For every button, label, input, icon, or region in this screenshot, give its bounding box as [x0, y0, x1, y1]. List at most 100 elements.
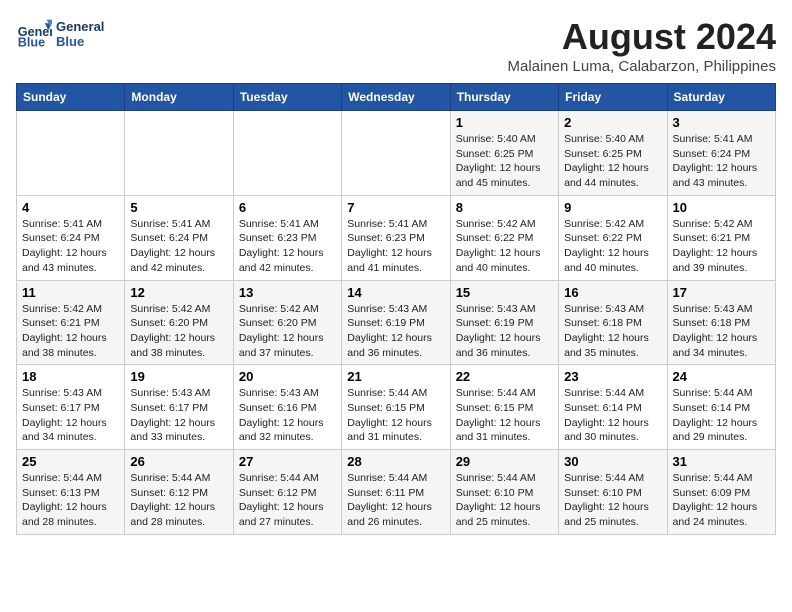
day-number: 10: [673, 200, 770, 215]
calendar-cell: 25 Sunrise: 5:44 AM Sunset: 6:13 PM Dayli…: [17, 450, 125, 535]
calendar-header-row: SundayMondayTuesdayWednesdayThursdayFrid…: [17, 84, 776, 111]
month-year-title: August 2024: [508, 16, 777, 58]
calendar-cell: 22 Sunrise: 5:44 AM Sunset: 6:15 PM Dayli…: [450, 365, 558, 450]
day-info: Sunrise: 5:44 AM Sunset: 6:12 PM Dayligh…: [130, 471, 227, 530]
calendar-cell: 3 Sunrise: 5:41 AM Sunset: 6:24 PM Daylig…: [667, 111, 775, 196]
calendar-cell: 11 Sunrise: 5:42 AM Sunset: 6:21 PM Dayli…: [17, 280, 125, 365]
day-number: 26: [130, 454, 227, 469]
calendar-cell: 1 Sunrise: 5:40 AM Sunset: 6:25 PM Daylig…: [450, 111, 558, 196]
calendar-cell: [17, 111, 125, 196]
calendar-cell: [342, 111, 450, 196]
calendar-cell: 29 Sunrise: 5:44 AM Sunset: 6:10 PM Dayli…: [450, 450, 558, 535]
day-number: 18: [22, 369, 119, 384]
calendar-cell: 15Sunrise: 5:43 AM Sunset: 6:19 PM Dayli…: [450, 280, 558, 365]
calendar-cell: 6Sunrise: 5:41 AM Sunset: 6:23 PM Daylig…: [233, 195, 341, 280]
day-info: Sunrise: 5:41 AM Sunset: 6:23 PM Dayligh…: [239, 217, 336, 276]
day-info: Sunrise: 5:44 AM Sunset: 6:15 PM Dayligh…: [347, 386, 444, 445]
day-info: Sunrise: 5:40 AM Sunset: 6:25 PM Dayligh…: [456, 132, 553, 191]
calendar-cell: 27 Sunrise: 5:44 AM Sunset: 6:12 PM Dayli…: [233, 450, 341, 535]
calendar-cell: 10 Sunrise: 5:42 AM Sunset: 6:21 PM Dayli…: [667, 195, 775, 280]
calendar-cell: 9Sunrise: 5:42 AM Sunset: 6:22 PM Daylig…: [559, 195, 667, 280]
day-info: Sunrise: 5:42 AM Sunset: 6:20 PM Dayligh…: [239, 302, 336, 361]
day-info: Sunrise: 5:44 AM Sunset: 6:14 PM Dayligh…: [673, 386, 770, 445]
day-number: 29: [456, 454, 553, 469]
day-number: 21: [347, 369, 444, 384]
calendar-cell: 19 Sunrise: 5:43 AM Sunset: 6:17 PM Dayli…: [125, 365, 233, 450]
day-info: Sunrise: 5:44 AM Sunset: 6:12 PM Dayligh…: [239, 471, 336, 530]
day-info: Sunrise: 5:44 AM Sunset: 6:10 PM Dayligh…: [564, 471, 661, 530]
calendar-cell: 31 Sunrise: 5:44 AM Sunset: 6:09 PM Dayli…: [667, 450, 775, 535]
day-info: Sunrise: 5:44 AM Sunset: 6:10 PM Dayligh…: [456, 471, 553, 530]
day-number: 31: [673, 454, 770, 469]
day-number: 16: [564, 285, 661, 300]
calendar-week-2: 4 Sunrise: 5:41 AM Sunset: 6:24 PM Daylig…: [17, 195, 776, 280]
column-header-friday: Friday: [559, 84, 667, 111]
day-number: 22: [456, 369, 553, 384]
day-info: Sunrise: 5:41 AM Sunset: 6:24 PM Dayligh…: [130, 217, 227, 276]
day-number: 5: [130, 200, 227, 215]
svg-text:Blue: Blue: [18, 36, 45, 50]
day-info: Sunrise: 5:44 AM Sunset: 6:09 PM Dayligh…: [673, 471, 770, 530]
calendar-cell: 7 Sunrise: 5:41 AM Sunset: 6:23 PM Daylig…: [342, 195, 450, 280]
day-number: 20: [239, 369, 336, 384]
day-number: 23: [564, 369, 661, 384]
calendar-cell: 23 Sunrise: 5:44 AM Sunset: 6:14 PM Dayli…: [559, 365, 667, 450]
day-number: 3: [673, 115, 770, 130]
day-number: 4: [22, 200, 119, 215]
day-number: 17: [673, 285, 770, 300]
calendar-table: SundayMondayTuesdayWednesdayThursdayFrid…: [16, 83, 776, 535]
calendar-cell: [125, 111, 233, 196]
day-info: Sunrise: 5:42 AM Sunset: 6:22 PM Dayligh…: [456, 217, 553, 276]
day-number: 7: [347, 200, 444, 215]
day-info: Sunrise: 5:44 AM Sunset: 6:11 PM Dayligh…: [347, 471, 444, 530]
logo-icon: General Blue: [16, 16, 52, 52]
day-number: 13: [239, 285, 336, 300]
logo: General Blue General Blue: [16, 16, 104, 52]
calendar-cell: 2Sunrise: 5:40 AM Sunset: 6:25 PM Daylig…: [559, 111, 667, 196]
day-info: Sunrise: 5:43 AM Sunset: 6:17 PM Dayligh…: [22, 386, 119, 445]
day-info: Sunrise: 5:43 AM Sunset: 6:16 PM Dayligh…: [239, 386, 336, 445]
location-subtitle: Malainen Luma, Calabarzon, Philippines: [508, 58, 777, 75]
calendar-cell: 28 Sunrise: 5:44 AM Sunset: 6:11 PM Dayli…: [342, 450, 450, 535]
day-info: Sunrise: 5:41 AM Sunset: 6:24 PM Dayligh…: [673, 132, 770, 191]
day-number: 11: [22, 285, 119, 300]
calendar-week-5: 25 Sunrise: 5:44 AM Sunset: 6:13 PM Dayli…: [17, 450, 776, 535]
day-info: Sunrise: 5:42 AM Sunset: 6:20 PM Dayligh…: [130, 302, 227, 361]
calendar-cell: [233, 111, 341, 196]
day-number: 8: [456, 200, 553, 215]
day-info: Sunrise: 5:42 AM Sunset: 6:21 PM Dayligh…: [22, 302, 119, 361]
day-number: 25: [22, 454, 119, 469]
day-info: Sunrise: 5:42 AM Sunset: 6:22 PM Dayligh…: [564, 217, 661, 276]
day-number: 28: [347, 454, 444, 469]
day-info: Sunrise: 5:42 AM Sunset: 6:21 PM Dayligh…: [673, 217, 770, 276]
page-header: General Blue General Blue August 2024 Ma…: [16, 16, 776, 75]
calendar-cell: 24Sunrise: 5:44 AM Sunset: 6:14 PM Dayli…: [667, 365, 775, 450]
calendar-cell: 12 Sunrise: 5:42 AM Sunset: 6:20 PM Dayli…: [125, 280, 233, 365]
calendar-cell: 30 Sunrise: 5:44 AM Sunset: 6:10 PM Dayli…: [559, 450, 667, 535]
calendar-cell: 17 Sunrise: 5:43 AM Sunset: 6:18 PM Dayli…: [667, 280, 775, 365]
day-number: 19: [130, 369, 227, 384]
logo-general: General: [56, 19, 104, 34]
column-header-saturday: Saturday: [667, 84, 775, 111]
day-info: Sunrise: 5:43 AM Sunset: 6:18 PM Dayligh…: [673, 302, 770, 361]
calendar-cell: 18 Sunrise: 5:43 AM Sunset: 6:17 PM Dayli…: [17, 365, 125, 450]
day-info: Sunrise: 5:44 AM Sunset: 6:13 PM Dayligh…: [22, 471, 119, 530]
calendar-cell: 13 Sunrise: 5:42 AM Sunset: 6:20 PM Dayli…: [233, 280, 341, 365]
logo-blue: Blue: [56, 34, 104, 49]
calendar-cell: 5 Sunrise: 5:41 AM Sunset: 6:24 PM Daylig…: [125, 195, 233, 280]
calendar-week-1: 1 Sunrise: 5:40 AM Sunset: 6:25 PM Daylig…: [17, 111, 776, 196]
day-info: Sunrise: 5:44 AM Sunset: 6:15 PM Dayligh…: [456, 386, 553, 445]
day-info: Sunrise: 5:43 AM Sunset: 6:18 PM Dayligh…: [564, 302, 661, 361]
day-number: 1: [456, 115, 553, 130]
day-number: 12: [130, 285, 227, 300]
day-info: Sunrise: 5:44 AM Sunset: 6:14 PM Dayligh…: [564, 386, 661, 445]
calendar-week-3: 11 Sunrise: 5:42 AM Sunset: 6:21 PM Dayli…: [17, 280, 776, 365]
calendar-cell: 14Sunrise: 5:43 AM Sunset: 6:19 PM Dayli…: [342, 280, 450, 365]
day-info: Sunrise: 5:40 AM Sunset: 6:25 PM Dayligh…: [564, 132, 661, 191]
day-number: 14: [347, 285, 444, 300]
day-number: 27: [239, 454, 336, 469]
column-header-sunday: Sunday: [17, 84, 125, 111]
day-info: Sunrise: 5:43 AM Sunset: 6:17 PM Dayligh…: [130, 386, 227, 445]
day-number: 30: [564, 454, 661, 469]
day-info: Sunrise: 5:41 AM Sunset: 6:23 PM Dayligh…: [347, 217, 444, 276]
